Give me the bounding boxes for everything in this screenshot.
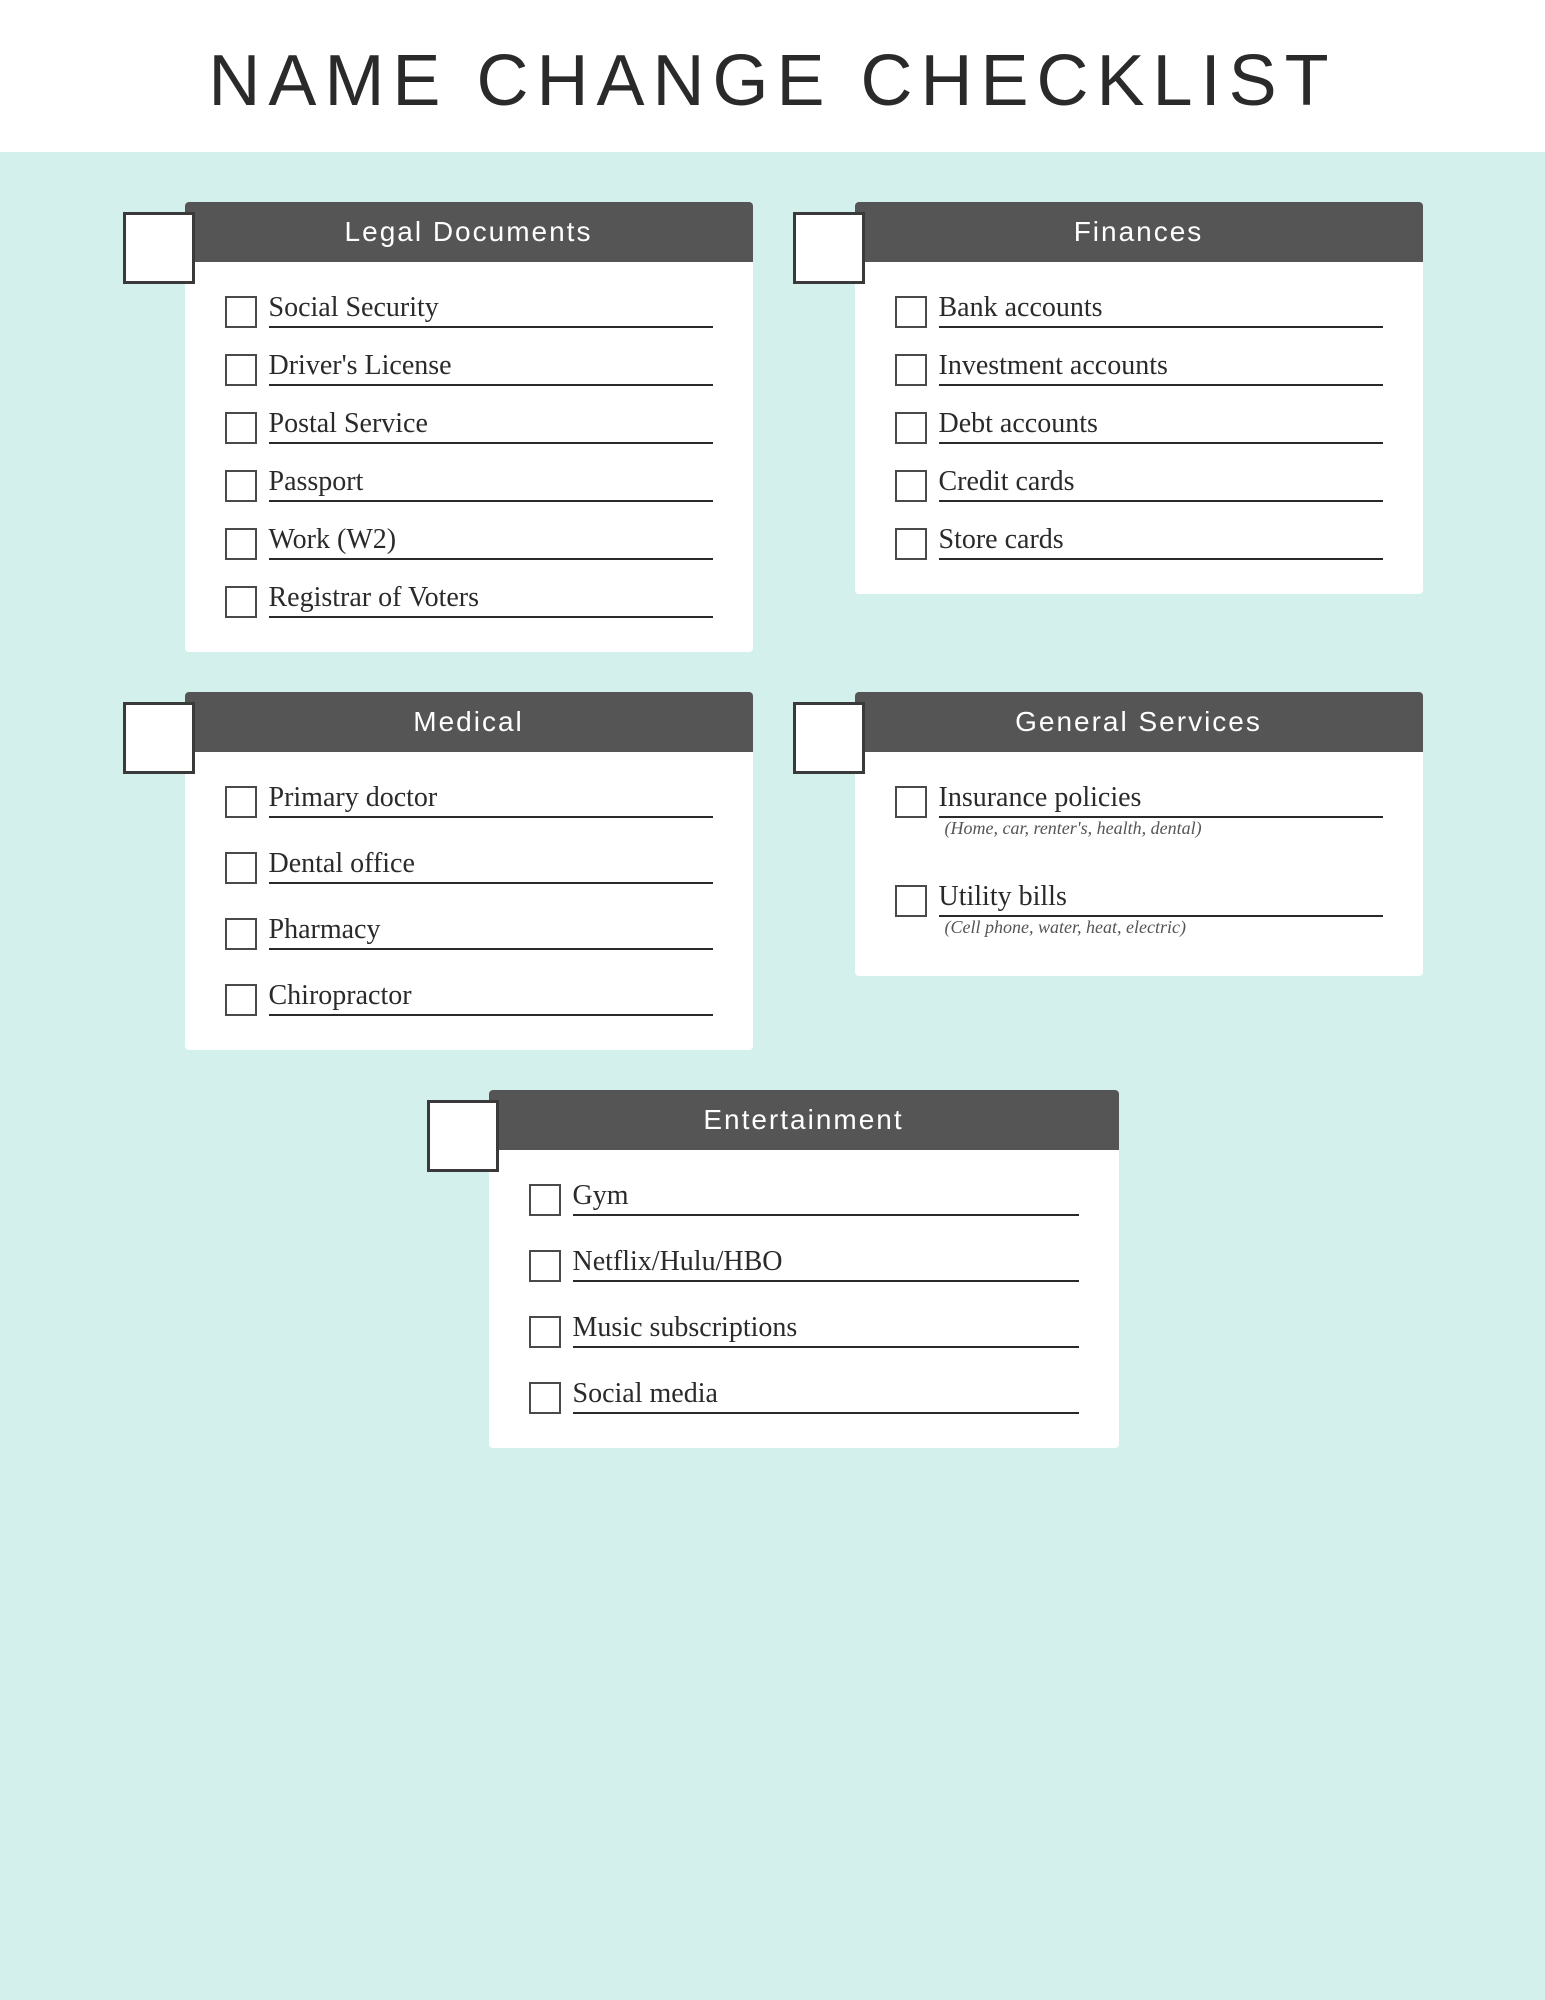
store-cards-label: Store cards [939,524,1383,560]
middle-row: Medical Primary doctor Dental office Pha… [123,692,1423,1050]
finances-section-card: Finances Bank accounts Investment accoun… [855,202,1423,594]
gym-checkbox[interactable] [529,1184,561,1216]
legal-section-body: Social Security Driver's License Postal … [185,262,753,652]
list-item: Gym [529,1170,1079,1220]
finances-section-checkbox[interactable] [793,212,865,284]
store-cards-checkbox[interactable] [895,528,927,560]
insurance-sublabel: (Home, car, renter's, health, dental) [895,818,1383,847]
list-item: Registrar of Voters [225,572,713,622]
netflix-label: Netflix/Hulu/HBO [573,1246,1079,1282]
list-item: Credit cards [895,456,1383,506]
drivers-license-checkbox[interactable] [225,354,257,386]
social-media-checkbox[interactable] [529,1382,561,1414]
bank-accounts-label: Bank accounts [939,292,1383,328]
music-label: Music subscriptions [573,1312,1079,1348]
legal-section-card: Legal Documents Social Security Driver's… [185,202,753,652]
insurance-label: Insurance policies [939,782,1383,818]
finances-section-body: Bank accounts Investment accounts Debt a… [855,262,1423,594]
page-title: NAME CHANGE CHECKLIST [0,40,1545,122]
credit-cards-label: Credit cards [939,466,1383,502]
registrar-checkbox[interactable] [225,586,257,618]
entertainment-section-body: Gym Netflix/Hulu/HBO Music subscriptions… [489,1150,1119,1448]
social-security-checkbox[interactable] [225,296,257,328]
top-row: Legal Documents Social Security Driver's… [123,202,1423,652]
list-item: Netflix/Hulu/HBO [529,1236,1079,1286]
utility-label: Utility bills [939,881,1383,917]
list-item: Chiropractor [225,970,713,1020]
credit-cards-checkbox[interactable] [895,470,927,502]
dental-office-label: Dental office [269,848,713,884]
list-item: Store cards [895,514,1383,564]
work-w2-checkbox[interactable] [225,528,257,560]
utility-sublabel: (Cell phone, water, heat, electric) [895,917,1383,946]
list-item: Social Security [225,282,713,332]
list-item: Utility bills (Cell phone, water, heat, … [895,871,1383,946]
chiropractor-label: Chiropractor [269,980,713,1016]
utility-item-row: Utility bills [895,871,1383,917]
postal-service-label: Postal Service [269,408,713,444]
medical-section-card: Medical Primary doctor Dental office Pha… [185,692,753,1050]
list-item: Driver's License [225,340,713,390]
primary-doctor-label: Primary doctor [269,782,713,818]
list-item: Postal Service [225,398,713,448]
passport-checkbox[interactable] [225,470,257,502]
legal-section-title: Legal Documents [185,202,753,262]
general-section-card: General Services Insurance policies (Hom… [855,692,1423,976]
insurance-checkbox[interactable] [895,786,927,818]
general-section-checkbox[interactable] [793,702,865,774]
list-item: Primary doctor [225,772,713,822]
entertainment-section-checkbox[interactable] [427,1100,499,1172]
entertainment-section-title: Entertainment [489,1090,1119,1150]
general-section-body: Insurance policies (Home, car, renter's,… [855,752,1423,976]
work-w2-label: Work (W2) [269,524,713,560]
finances-section-title: Finances [855,202,1423,262]
primary-doctor-checkbox[interactable] [225,786,257,818]
general-section-title: General Services [855,692,1423,752]
postal-service-checkbox[interactable] [225,412,257,444]
title-bar: NAME CHANGE CHECKLIST [0,0,1545,152]
list-item: Insurance policies (Home, car, renter's,… [895,772,1383,847]
list-item: Bank accounts [895,282,1383,332]
medical-section-title: Medical [185,692,753,752]
investment-accounts-checkbox[interactable] [895,354,927,386]
drivers-license-label: Driver's License [269,350,713,386]
passport-label: Passport [269,466,713,502]
bottom-row: Entertainment Gym Netflix/Hulu/HBO Music… [123,1090,1423,1448]
chiropractor-checkbox[interactable] [225,984,257,1016]
debt-accounts-checkbox[interactable] [895,412,927,444]
utility-checkbox[interactable] [895,885,927,917]
bank-accounts-checkbox[interactable] [895,296,927,328]
list-item: Music subscriptions [529,1302,1079,1352]
debt-accounts-label: Debt accounts [939,408,1383,444]
netflix-checkbox[interactable] [529,1250,561,1282]
music-checkbox[interactable] [529,1316,561,1348]
social-security-label: Social Security [269,292,713,328]
list-item: Work (W2) [225,514,713,564]
medical-section-checkbox[interactable] [123,702,195,774]
list-item: Passport [225,456,713,506]
list-item: Debt accounts [895,398,1383,448]
list-item: Pharmacy [225,904,713,954]
social-media-label: Social media [573,1378,1079,1414]
registrar-label: Registrar of Voters [269,582,713,618]
pharmacy-label: Pharmacy [269,914,713,950]
dental-office-checkbox[interactable] [225,852,257,884]
pharmacy-checkbox[interactable] [225,918,257,950]
list-item: Social media [529,1368,1079,1418]
investment-accounts-label: Investment accounts [939,350,1383,386]
main-content: Legal Documents Social Security Driver's… [123,202,1423,1448]
entertainment-section-card: Entertainment Gym Netflix/Hulu/HBO Music… [489,1090,1119,1448]
medical-section-body: Primary doctor Dental office Pharmacy Ch… [185,752,753,1050]
list-item: Investment accounts [895,340,1383,390]
legal-section-checkbox[interactable] [123,212,195,284]
insurance-item-row: Insurance policies [895,772,1383,818]
list-item: Dental office [225,838,713,888]
gym-label: Gym [573,1180,1079,1216]
